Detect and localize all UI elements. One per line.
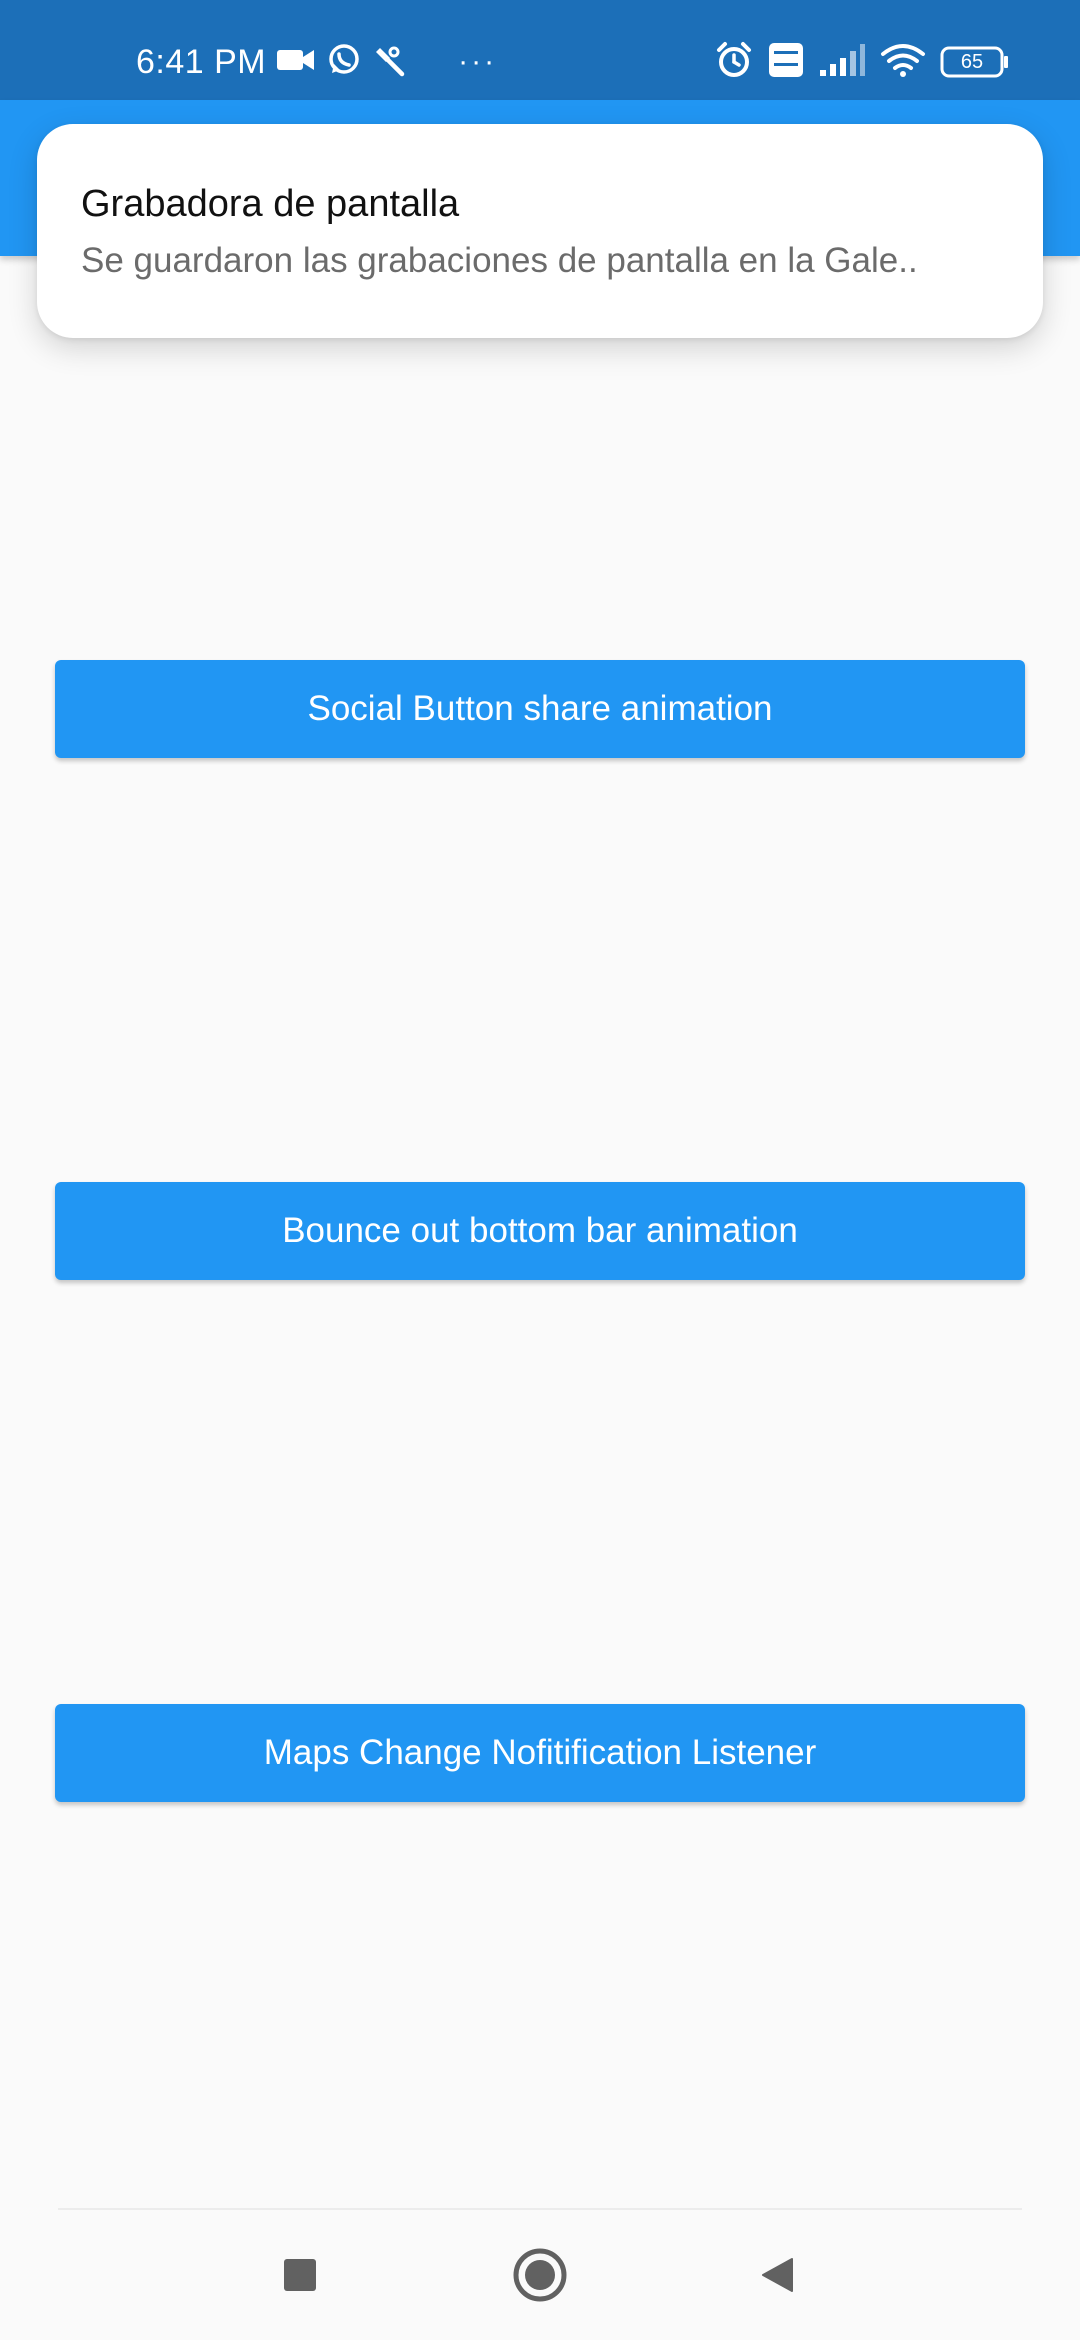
notification-body: Se guardaron las grabaciones de pantalla… (81, 241, 918, 280)
wifi-icon (880, 42, 926, 83)
maps-change-notification-listener-button[interactable]: Maps Change Nofitification Listener (55, 1704, 1025, 1802)
navigation-bar (0, 2210, 1080, 2340)
status-bar: 6:41 PM ··· 65 (0, 0, 1080, 100)
video-camera-icon (276, 45, 316, 80)
tools-icon (372, 42, 408, 83)
status-time: 6:41 PM (136, 42, 267, 81)
battery-icon: 65 (940, 45, 1010, 79)
bounce-out-bottom-bar-animation-button[interactable]: Bounce out bottom bar animation (55, 1182, 1025, 1280)
alarm-icon (714, 40, 754, 85)
more-notifications-indicator: ··· (458, 45, 498, 78)
back-triangle-icon[interactable] (738, 2235, 818, 2315)
whatsapp-icon (326, 42, 362, 83)
notification-title: Grabadora de pantalla (81, 183, 460, 225)
battery-level: 65 (960, 51, 984, 73)
volte-icon (768, 42, 804, 83)
social-button-share-animation-button[interactable]: Social Button share animation (55, 660, 1025, 758)
notification-card[interactable]: Grabadora de pantalla Se guardaron las g… (37, 124, 1043, 338)
home-circle-icon[interactable] (500, 2235, 580, 2315)
signal-icon (818, 42, 866, 83)
recents-square-icon[interactable] (260, 2235, 340, 2315)
